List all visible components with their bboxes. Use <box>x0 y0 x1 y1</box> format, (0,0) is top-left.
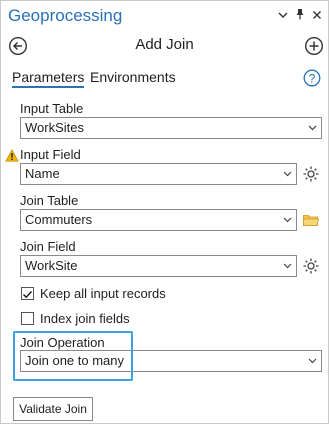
folder-icon[interactable] <box>302 211 320 229</box>
join-operation-select[interactable]: Join one to many <box>20 350 322 372</box>
tool-title: Add Join <box>135 36 194 53</box>
close-icon[interactable] <box>310 8 324 24</box>
chevron-down-icon <box>283 263 292 269</box>
pane-titlebar: Geoprocessing <box>1 1 328 31</box>
chevron-down-icon[interactable] <box>276 8 290 24</box>
join-field-select[interactable]: WorkSite <box>20 255 297 277</box>
input-field-value: Name <box>25 166 60 181</box>
help-icon[interactable]: ? <box>303 69 321 87</box>
join-table-label: Join Table <box>20 193 79 208</box>
input-table-select[interactable]: WorkSites <box>20 117 322 139</box>
checkmark-icon <box>22 290 33 299</box>
gear-icon[interactable] <box>302 257 320 275</box>
chevron-down-icon <box>308 358 317 364</box>
keep-all-checkbox[interactable] <box>21 287 34 300</box>
tool-header: Add Join <box>1 33 328 59</box>
add-icon[interactable] <box>304 36 324 56</box>
chevron-down-icon <box>283 217 292 223</box>
geoprocessing-pane: Geoprocessing Add Join Parameters Enviro… <box>0 0 329 424</box>
input-table-label: Input Table <box>20 101 84 116</box>
pane-title: Geoprocessing <box>8 6 123 25</box>
index-join-checkbox[interactable] <box>21 312 34 325</box>
warning-icon <box>5 149 19 162</box>
join-field-label: Join Field <box>20 239 76 254</box>
svg-text:?: ? <box>309 72 316 86</box>
gear-icon[interactable] <box>302 165 320 183</box>
tab-environments[interactable]: Environments <box>90 69 176 85</box>
chevron-down-icon <box>283 171 292 177</box>
join-field-value: WorkSite <box>25 258 78 273</box>
input-field-select[interactable]: Name <box>20 163 297 185</box>
validate-join-button[interactable]: Validate Join <box>13 397 93 421</box>
input-field-label: Input Field <box>20 147 81 162</box>
join-table-select[interactable]: Commuters <box>20 209 297 231</box>
chevron-down-icon <box>308 125 317 131</box>
back-icon[interactable] <box>8 36 28 56</box>
join-operation-label: Join Operation <box>20 335 105 350</box>
join-table-value: Commuters <box>25 212 93 227</box>
keep-all-label: Keep all input records <box>40 286 166 301</box>
tab-strip: Parameters Environments ? <box>1 67 328 93</box>
index-join-label: Index join fields <box>40 311 130 326</box>
input-table-value: WorkSites <box>25 120 84 135</box>
join-operation-value: Join one to many <box>25 353 125 368</box>
pin-icon[interactable] <box>293 8 307 24</box>
tab-parameters[interactable]: Parameters <box>12 69 85 88</box>
